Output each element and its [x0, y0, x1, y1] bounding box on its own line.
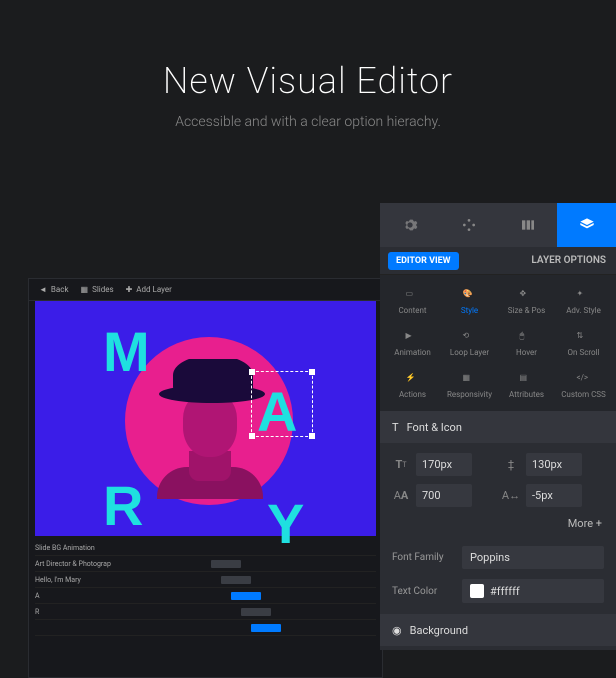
- letter-spacing-icon: A↔: [502, 489, 520, 502]
- option-attributes[interactable]: ▤Attributes: [498, 365, 555, 407]
- tab-navigation[interactable]: [439, 203, 498, 247]
- code-icon: </>: [577, 373, 591, 387]
- option-content[interactable]: ▭Content: [384, 281, 441, 323]
- add-layer-button[interactable]: ✚ Add Layer: [126, 285, 172, 294]
- option-adv-style[interactable]: ✦Adv. Style: [555, 281, 612, 323]
- font-fields: TT ‡ AA A↔: [380, 443, 616, 517]
- layer-options-label[interactable]: LAYER OPTIONS: [531, 255, 606, 266]
- editor-preview-window: ◄ Back ▦ Slides ✚ Add Layer M A R Y Slid…: [28, 278, 383, 678]
- section-background[interactable]: ◉ Background: [380, 614, 616, 646]
- hero-subtitle: Accessible and with a clear option hiera…: [0, 114, 616, 130]
- font-size-input[interactable]: [416, 453, 472, 476]
- tab-layers[interactable]: [557, 203, 616, 247]
- panel-sub-tabs: EDITOR VIEW LAYER OPTIONS: [380, 247, 616, 275]
- document-icon: ▤: [520, 373, 534, 387]
- option-loop-layer[interactable]: ⟲Loop Layer: [441, 323, 498, 365]
- letter-spacing-field: A↔: [502, 484, 604, 507]
- font-weight-icon: AA: [392, 489, 410, 502]
- timeline-row[interactable]: Slide BG Animation: [35, 544, 145, 552]
- play-icon: ▶: [406, 331, 420, 345]
- color-swatch[interactable]: [470, 584, 484, 598]
- loop-icon: ⟲: [463, 331, 477, 345]
- canvas[interactable]: M A R Y: [35, 301, 376, 536]
- section-font-icon[interactable]: T Font & Icon: [380, 411, 616, 443]
- canvas-letter[interactable]: M: [103, 319, 150, 384]
- hero-title: New Visual Editor: [0, 60, 616, 102]
- canvas-person-photo: [153, 359, 265, 499]
- layers-icon: [579, 217, 595, 233]
- content-icon: ▭: [406, 289, 420, 303]
- columns-icon: [520, 217, 536, 233]
- font-family-select[interactable]: Poppins: [462, 546, 604, 569]
- palette-icon: 🎨: [463, 289, 477, 303]
- back-button[interactable]: ◄ Back: [39, 285, 69, 294]
- tab-slide[interactable]: [498, 203, 557, 247]
- mouse-icon: 🖱: [520, 331, 534, 345]
- layer-options-grid: ▭Content 🎨Style ✥Size & Pos ✦Adv. Style …: [380, 275, 616, 411]
- responsive-icon: ▦: [463, 373, 477, 387]
- background-icon: ◉: [392, 624, 402, 637]
- font-family-label: Font Family: [392, 552, 462, 563]
- timeline-row[interactable]: Art Director & Photograp: [35, 560, 145, 568]
- font-size-icon: TT: [392, 458, 410, 471]
- more-button[interactable]: More +: [380, 517, 616, 540]
- canvas-letter[interactable]: R: [103, 473, 143, 538]
- text-icon: T: [392, 421, 399, 434]
- tab-settings[interactable]: [380, 203, 439, 247]
- option-style[interactable]: 🎨Style: [441, 281, 498, 323]
- editor-toolbar: ◄ Back ▦ Slides ✚ Add Layer: [29, 279, 382, 301]
- option-on-scroll[interactable]: ⇅On Scroll: [555, 323, 612, 365]
- option-animation[interactable]: ▶Animation: [384, 323, 441, 365]
- scroll-icon: ⇅: [577, 331, 591, 345]
- text-color-input[interactable]: #ffffff: [462, 579, 604, 603]
- font-weight-field: AA: [392, 484, 494, 507]
- gear-icon: [402, 217, 418, 233]
- line-height-icon: ‡: [502, 458, 520, 471]
- timeline[interactable]: Slide BG Animation Art Director & Photog…: [29, 536, 382, 640]
- sparkle-icon: ✦: [577, 289, 591, 303]
- option-responsivity[interactable]: ▦Responsivity: [441, 365, 498, 407]
- option-custom-css[interactable]: </>Custom CSS: [555, 365, 612, 407]
- font-weight-input[interactable]: [416, 484, 472, 507]
- slides-button[interactable]: ▦ Slides: [81, 285, 114, 294]
- hero: New Visual Editor Accessible and with a …: [0, 0, 616, 130]
- font-family-row: Font Family Poppins: [380, 540, 616, 574]
- line-height-input[interactable]: [526, 453, 582, 476]
- timeline-row[interactable]: R: [35, 608, 145, 616]
- letter-spacing-input[interactable]: [526, 484, 582, 507]
- option-hover[interactable]: 🖱Hover: [498, 323, 555, 365]
- option-size-pos[interactable]: ✥Size & Pos: [498, 281, 555, 323]
- editor-view-button[interactable]: EDITOR VIEW: [388, 252, 459, 270]
- bolt-icon: ⚡: [406, 373, 420, 387]
- text-color-row: Text Color #ffffff: [380, 574, 616, 608]
- move-icon: [461, 217, 477, 233]
- canvas-letter[interactable]: Y: [267, 491, 304, 556]
- line-height-field: ‡: [502, 453, 604, 476]
- timeline-row[interactable]: Hello, I'm Mary: [35, 576, 145, 584]
- option-actions[interactable]: ⚡Actions: [384, 365, 441, 407]
- inspector-panel: EDITOR VIEW LAYER OPTIONS ▭Content 🎨Styl…: [380, 203, 616, 650]
- timeline-row[interactable]: A: [35, 592, 145, 600]
- panel-top-tabs: [380, 203, 616, 247]
- arrows-icon: ✥: [520, 289, 534, 303]
- text-color-label: Text Color: [392, 586, 462, 597]
- selection-box[interactable]: [251, 371, 313, 437]
- font-size-field: TT: [392, 453, 494, 476]
